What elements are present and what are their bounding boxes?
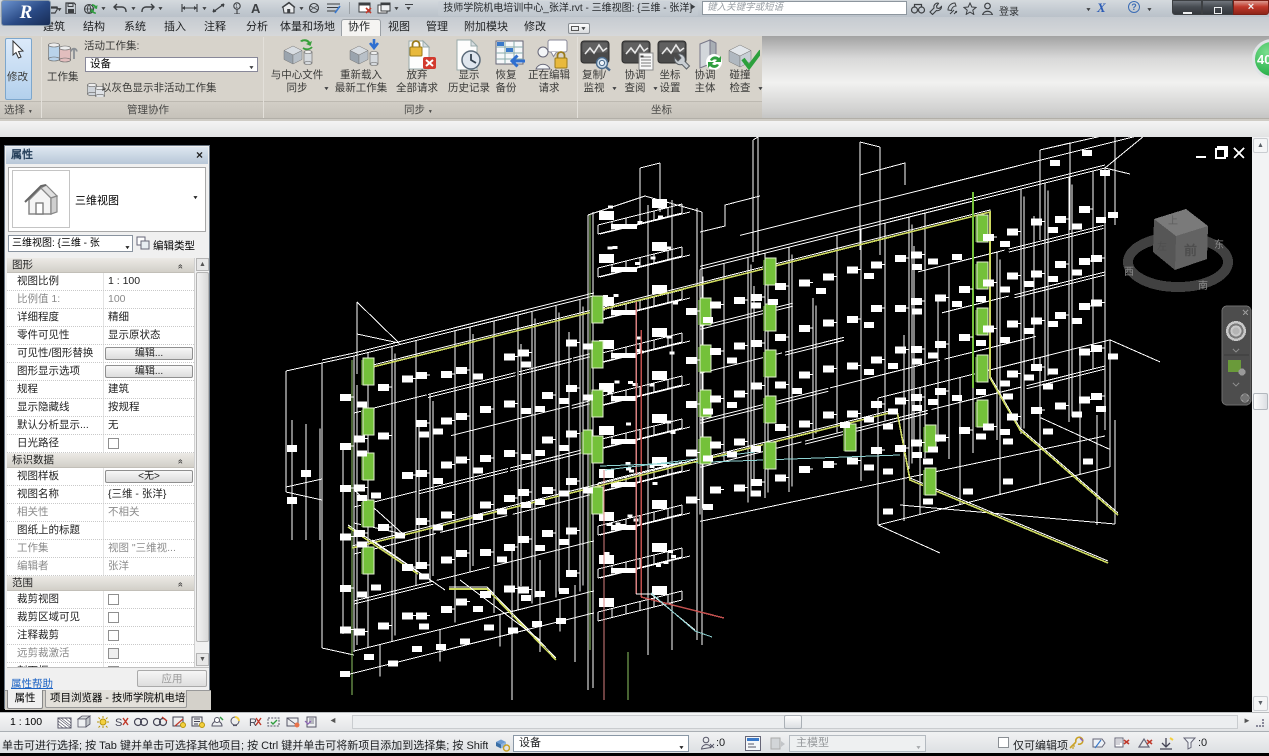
svg-text:上: 上: [1168, 215, 1178, 227]
svg-text:南: 南: [1198, 279, 1208, 292]
svg-text:前: 前: [1184, 243, 1197, 258]
svg-text:东: 东: [1214, 238, 1224, 251]
svg-text:西: 西: [1124, 267, 1134, 278]
svg-text:A: A: [251, 1, 261, 14]
svg-text:S: S: [115, 717, 122, 728]
svg-text:1: 1: [235, 4, 238, 10]
svg-text:左: 左: [1157, 240, 1167, 253]
